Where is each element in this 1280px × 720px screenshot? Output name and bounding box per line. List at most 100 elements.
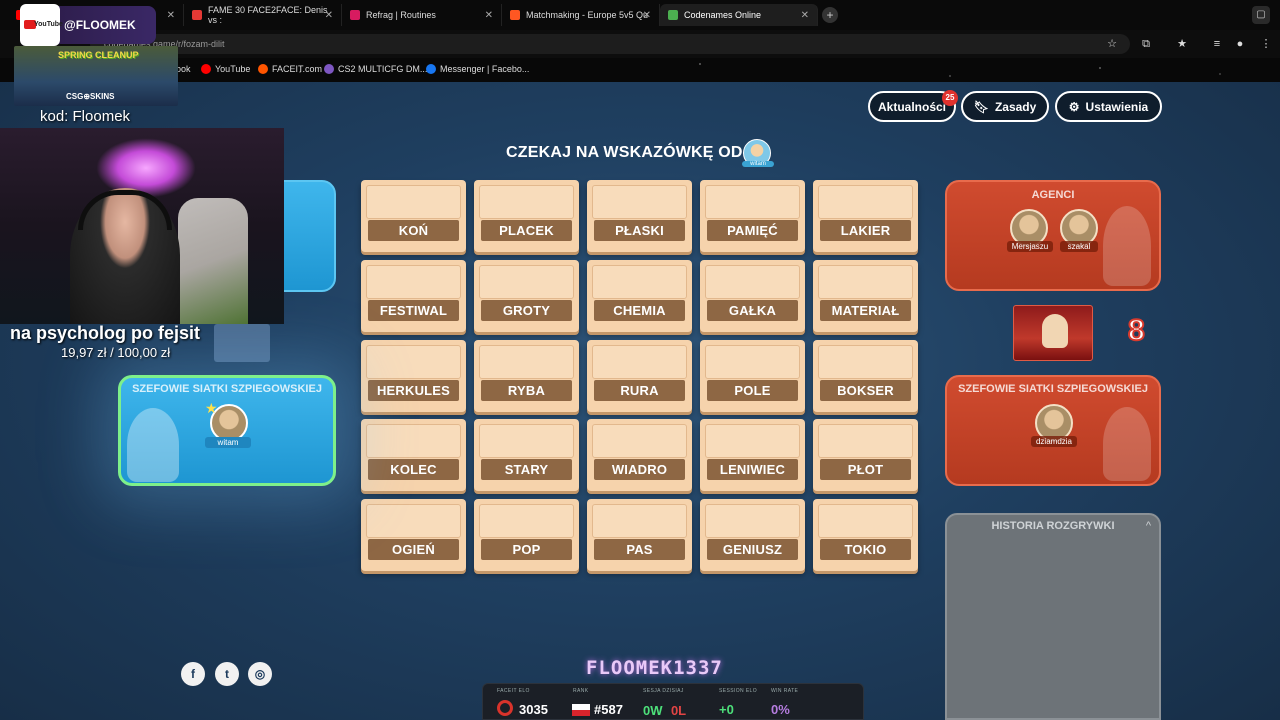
- stat-label: FACEIT ELO: [497, 688, 530, 694]
- card-picture-area: [479, 504, 574, 538]
- player-name: Mersjaszu: [1007, 241, 1053, 252]
- card-word: GAŁKA: [707, 300, 798, 321]
- word-card[interactable]: WIADRO: [587, 419, 692, 491]
- bookmark-youtube[interactable]: YouTube: [201, 64, 250, 74]
- rules-button[interactable]: 🔖︎ Zasady: [961, 91, 1049, 122]
- word-card[interactable]: OGIEŃ: [361, 499, 466, 571]
- word-card[interactable]: PAS: [587, 499, 692, 571]
- card-word: MATERIAŁ: [820, 300, 911, 321]
- bookmark-label: YouTube: [215, 64, 251, 74]
- card-word: STARY: [481, 459, 572, 480]
- red-spymaster-title: SZEFOWIE SIATKI SZPIEGOWSKIEJ: [958, 383, 1148, 395]
- settings-label: Ustawienia: [1085, 99, 1149, 114]
- word-card[interactable]: LENIWIEC: [700, 419, 805, 491]
- sponsor-banner: SPRING CLEANUP CSG⊕SKINS: [14, 46, 178, 106]
- winrate-stat: WIN RATE: [771, 688, 798, 694]
- word-card[interactable]: CHEMIA: [587, 260, 692, 332]
- card-word: OGIEŃ: [368, 539, 459, 560]
- webcam-chair: [178, 198, 248, 324]
- window-control-icon[interactable]: ▢: [1252, 6, 1270, 24]
- card-word: PLACEK: [481, 220, 572, 241]
- stat-label: WIN RATE: [771, 688, 799, 694]
- card-picture-area: [705, 185, 800, 219]
- close-tab-icon[interactable]: ✕: [167, 10, 175, 21]
- bookmark-cs2[interactable]: CS2 MULTICFG DM...: [324, 64, 427, 74]
- card-picture-area: [366, 424, 461, 458]
- media-icon[interactable]: ≡: [1209, 36, 1225, 52]
- history-panel: HISTORIA ROZGRYWKI ^: [945, 513, 1161, 720]
- close-tab-icon[interactable]: ✕: [801, 10, 809, 21]
- word-card[interactable]: PAMIĘĆ: [700, 180, 805, 252]
- card-picture-area: [366, 185, 461, 219]
- tab-title: Codenames Online: [684, 10, 762, 20]
- facebook-icon: [426, 64, 436, 74]
- session-elo-value: +0: [719, 702, 734, 717]
- close-tab-icon[interactable]: ✕: [485, 10, 493, 21]
- word-card[interactable]: PŁOT: [813, 419, 918, 491]
- card-word: KOLEC: [368, 459, 459, 480]
- word-card[interactable]: KOŃ: [361, 180, 466, 252]
- word-card[interactable]: KOLEC: [361, 419, 466, 491]
- donation-goal-text: na psycholog po fejsit: [10, 323, 201, 343]
- faceit-elo-value-wrap: 3035: [519, 702, 548, 717]
- instagram-icon[interactable]: ◎: [248, 662, 272, 686]
- sponsor-brand: CSG⊕SKINS: [66, 92, 115, 101]
- card-picture-area: [479, 185, 574, 219]
- card-picture-area: [705, 265, 800, 299]
- word-card[interactable]: RYBA: [474, 340, 579, 412]
- bookmark-facebook[interactable]: ook: [176, 64, 191, 74]
- browser-tab-3[interactable]: Refrag | Routines ✕: [342, 4, 502, 26]
- close-tab-icon[interactable]: ✕: [643, 10, 651, 21]
- donation-goal-amount: 19,97 zł / 100,00 zł: [61, 345, 171, 360]
- card-picture-area: [818, 185, 913, 219]
- card-picture-area: [366, 345, 461, 379]
- twitter-icon[interactable]: t: [215, 662, 239, 686]
- card-picture-area: [479, 345, 574, 379]
- url-input[interactable]: codenames.game/r/fozam-dilit: [90, 34, 1130, 54]
- word-card[interactable]: POP: [474, 499, 579, 571]
- card-picture-area: [366, 504, 461, 538]
- card-word: FESTIWAL: [368, 300, 459, 321]
- word-card[interactable]: POLE: [700, 340, 805, 412]
- collapse-chevron-icon[interactable]: ^: [1146, 520, 1151, 532]
- profile-avatar-icon[interactable]: ●: [1232, 36, 1248, 52]
- card-word: KOŃ: [368, 220, 459, 241]
- youtube-logo: YouTube: [20, 4, 63, 46]
- card-picture-area: [366, 265, 461, 299]
- browser-tab-2[interactable]: FAME 30 FACE2FACE: Denis vs : ✕: [184, 4, 342, 26]
- facebook-icon[interactable]: f: [181, 662, 205, 686]
- avatar-name: witam: [742, 161, 774, 167]
- close-tab-icon[interactable]: ✕: [325, 10, 333, 21]
- word-card[interactable]: MATERIAŁ: [813, 260, 918, 332]
- bookmark-faceit[interactable]: FACEIT.com: [258, 64, 322, 74]
- word-card[interactable]: RURA: [587, 340, 692, 412]
- card-word: POLE: [707, 380, 798, 401]
- youtube-icon: [201, 64, 211, 74]
- word-card[interactable]: GROTY: [474, 260, 579, 332]
- blue-spymaster-illustration: [127, 408, 179, 482]
- new-tab-plus-icon[interactable]: +: [822, 7, 838, 23]
- browser-tab-5[interactable]: Codenames Online ✕: [660, 4, 818, 26]
- settings-button[interactable]: ⚙ Ustawienia: [1055, 91, 1162, 122]
- session-elo-stat: SESSION ELO: [719, 688, 757, 694]
- word-card[interactable]: FESTIWAL: [361, 260, 466, 332]
- word-card[interactable]: STARY: [474, 419, 579, 491]
- word-card[interactable]: BOKSER: [813, 340, 918, 412]
- card-picture-area: [705, 504, 800, 538]
- blue-spymaster-panel: SZEFOWIE SIATKI SZPIEGOWSKIEJ ★ witam: [118, 375, 336, 486]
- word-card[interactable]: GENIUSZ: [700, 499, 805, 571]
- bookmark-star-icon[interactable]: ☆: [1104, 36, 1120, 52]
- favorites-icon[interactable]: ★: [1174, 36, 1190, 52]
- bookmark-messenger[interactable]: Messenger | Facebo...: [426, 64, 529, 74]
- word-card[interactable]: PŁASKI: [587, 180, 692, 252]
- word-card[interactable]: LAKIER: [813, 180, 918, 252]
- word-card[interactable]: HERKULES: [361, 340, 466, 412]
- bookmark-label: FACEIT.com: [272, 64, 323, 74]
- word-card[interactable]: PLACEK: [474, 180, 579, 252]
- word-card[interactable]: TOKIO: [813, 499, 918, 571]
- extension-icon[interactable]: ⧉: [1138, 36, 1154, 52]
- card-word: LENIWIEC: [707, 459, 798, 480]
- browser-tab-4[interactable]: Matchmaking - Europe 5v5 Qu ✕: [502, 4, 660, 26]
- word-card[interactable]: GAŁKA: [700, 260, 805, 332]
- menu-dots-icon[interactable]: ⋮: [1258, 36, 1274, 52]
